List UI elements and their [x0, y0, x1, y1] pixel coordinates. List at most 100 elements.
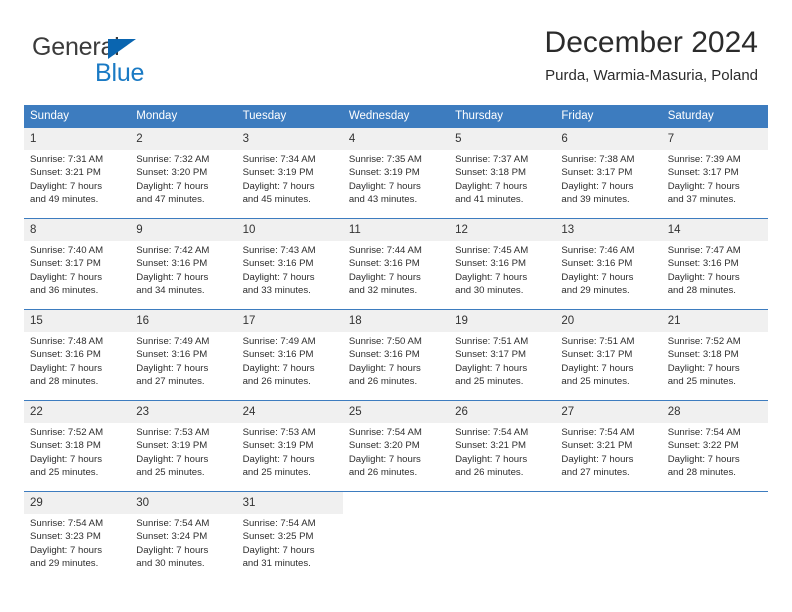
day-cell[interactable]: 27 Sunrise: 7:54 AM Sunset: 3:21 PM Dayligh…: [555, 400, 662, 492]
sunset-text: Sunset: 3:19 PM: [242, 440, 314, 452]
daylight-text-line2: and 25 minutes.: [561, 376, 630, 388]
sunrise-text: Sunrise: 7:43 AM: [242, 245, 316, 256]
day-cell-empty: [449, 491, 556, 582]
day-number: 23: [130, 401, 237, 423]
daylight-text-line1: Daylight: 7 hours: [348, 180, 421, 192]
calendar-table: Sunday Monday Tuesday Wednesday Thursday…: [24, 105, 768, 582]
sunrise-text: Sunrise: 7:51 AM: [561, 336, 635, 347]
day-cell[interactable]: 6 Sunrise: 7:38 AM Sunset: 3:17 PM Daylight…: [555, 127, 662, 219]
day-info: Sunrise: 7:35 AM Sunset: 3:19 PM Daylight:…: [343, 150, 449, 207]
day-cell[interactable]: 15 Sunrise: 7:48 AM Sunset: 3:16 PM Dayligh…: [24, 309, 131, 401]
daylight-text-line2: and 37 minutes.: [667, 194, 736, 206]
daylight-text-line2: and 26 minutes.: [348, 376, 418, 388]
day-info: Sunrise: 7:42 AM Sunset: 3:16 PM Daylight:…: [130, 241, 236, 298]
sunset-text: Sunset: 3:16 PM: [242, 349, 314, 361]
day-number: 14: [661, 219, 768, 241]
day-cell-content: 23 Sunrise: 7:53 AM Sunset: 3:19 PM Dayligh…: [130, 401, 237, 491]
daylight-text-line1: Daylight: 7 hours: [242, 180, 315, 192]
day-info: Sunrise: 7:51 AM Sunset: 3:17 PM Daylight:…: [555, 332, 661, 389]
day-cell[interactable]: 13 Sunrise: 7:46 AM Sunset: 3:16 PM Dayligh…: [555, 218, 662, 310]
day-info: Sunrise: 7:50 AM Sunset: 3:16 PM Daylight:…: [343, 332, 449, 389]
sunset-text: Sunset: 3:16 PM: [30, 349, 101, 361]
day-info: Sunrise: 7:54 AM Sunset: 3:22 PM Daylight:…: [662, 423, 768, 480]
day-cell[interactable]: 7 Sunrise: 7:39 AM Sunset: 3:17 PM Daylight…: [661, 127, 768, 219]
day-info: Sunrise: 7:52 AM Sunset: 3:18 PM Daylight:…: [662, 332, 768, 389]
day-cell[interactable]: 3 Sunrise: 7:34 AM Sunset: 3:19 PM Daylight…: [236, 127, 343, 219]
day-cell[interactable]: 21 Sunrise: 7:52 AM Sunset: 3:18 PM Dayligh…: [661, 309, 768, 401]
day-cell[interactable]: 14 Sunrise: 7:47 AM Sunset: 3:16 PM Dayligh…: [661, 218, 768, 310]
day-cell[interactable]: 16 Sunrise: 7:49 AM Sunset: 3:16 PM Dayligh…: [130, 309, 237, 401]
triangle-icon: [108, 39, 136, 59]
day-cell[interactable]: 24 Sunrise: 7:53 AM Sunset: 3:19 PM Dayligh…: [236, 400, 343, 492]
logo-text-blue: Blue: [95, 59, 145, 87]
sunset-text: Sunset: 3:18 PM: [455, 167, 527, 179]
daylight-text-line2: and 31 minutes.: [242, 558, 311, 570]
day-cell[interactable]: 2 Sunrise: 7:32 AM Sunset: 3:20 PM Daylight…: [130, 127, 237, 219]
weekday-header-wednesday: Wednesday: [342, 105, 450, 128]
day-cell[interactable]: 5 Sunrise: 7:37 AM Sunset: 3:18 PM Daylight…: [449, 127, 556, 219]
sunset-text: Sunset: 3:16 PM: [136, 349, 208, 361]
daylight-text-line1: Daylight: 7 hours: [667, 180, 740, 192]
sunset-text: Sunset: 3:21 PM: [561, 440, 633, 452]
daylight-text-line1: Daylight: 7 hours: [455, 453, 528, 465]
day-cell[interactable]: 26 Sunrise: 7:54 AM Sunset: 3:21 PM Dayligh…: [449, 400, 556, 492]
day-cell[interactable]: 22 Sunrise: 7:52 AM Sunset: 3:18 PM Dayligh…: [24, 400, 131, 492]
day-number: 4: [342, 128, 450, 150]
sunset-text: Sunset: 3:18 PM: [667, 349, 739, 361]
day-cell[interactable]: 12 Sunrise: 7:45 AM Sunset: 3:16 PM Dayligh…: [449, 218, 556, 310]
day-cell[interactable]: 10 Sunrise: 7:43 AM Sunset: 3:16 PM Dayligh…: [236, 218, 343, 310]
day-cell-content: 1 Sunrise: 7:31 AM Sunset: 3:21 PM Daylight…: [24, 128, 131, 218]
day-info: Sunrise: 7:54 AM Sunset: 3:25 PM Daylight:…: [237, 514, 343, 571]
day-cell[interactable]: 20 Sunrise: 7:51 AM Sunset: 3:17 PM Dayligh…: [555, 309, 662, 401]
sunset-text: Sunset: 3:20 PM: [348, 440, 420, 452]
daylight-text-line1: Daylight: 7 hours: [136, 453, 209, 465]
day-cell-content: 18 Sunrise: 7:50 AM Sunset: 3:16 PM Dayligh…: [342, 310, 450, 400]
general-blue-logo[interactable]: General Blue: [32, 32, 232, 92]
day-cell-content: 15 Sunrise: 7:48 AM Sunset: 3:16 PM Dayligh…: [24, 310, 131, 400]
daylight-text-line2: and 30 minutes.: [136, 558, 205, 570]
day-info: Sunrise: 7:39 AM Sunset: 3:17 PM Daylight:…: [662, 150, 768, 207]
daylight-text-line1: Daylight: 7 hours: [561, 453, 634, 465]
daylight-text-line2: and 43 minutes.: [348, 194, 418, 206]
day-number: 9: [130, 219, 237, 241]
day-cell[interactable]: 9 Sunrise: 7:42 AM Sunset: 3:16 PM Daylight…: [130, 218, 237, 310]
day-cell[interactable]: 17 Sunrise: 7:49 AM Sunset: 3:16 PM Dayligh…: [236, 309, 343, 401]
day-cell[interactable]: 23 Sunrise: 7:53 AM Sunset: 3:19 PM Dayligh…: [130, 400, 237, 492]
calendar-week-row: 22 Sunrise: 7:52 AM Sunset: 3:18 PM Dayligh…: [24, 400, 768, 492]
day-cell-content: 9 Sunrise: 7:42 AM Sunset: 3:16 PM Daylight…: [130, 219, 237, 309]
sunset-text: Sunset: 3:22 PM: [667, 440, 739, 452]
sunset-text: Sunset: 3:16 PM: [348, 349, 420, 361]
weekday-header-monday: Monday: [130, 105, 237, 128]
sunset-text: Sunset: 3:19 PM: [136, 440, 208, 452]
day-cell-content: [661, 492, 768, 582]
day-cell[interactable]: 18 Sunrise: 7:50 AM Sunset: 3:16 PM Dayligh…: [342, 309, 450, 401]
day-info: Sunrise: 7:48 AM Sunset: 3:16 PM Daylight:…: [24, 332, 130, 389]
daylight-text-line1: Daylight: 7 hours: [348, 362, 421, 374]
day-cell[interactable]: 8 Sunrise: 7:40 AM Sunset: 3:17 PM Daylight…: [24, 218, 131, 310]
daylight-text-line1: Daylight: 7 hours: [348, 271, 421, 283]
day-cell[interactable]: 1 Sunrise: 7:31 AM Sunset: 3:21 PM Daylight…: [24, 127, 131, 219]
day-cell-content: [555, 492, 662, 582]
daylight-text-line2: and 25 minutes.: [242, 467, 311, 479]
sunrise-text: Sunrise: 7:54 AM: [667, 427, 741, 438]
page-subtitle: Purda, Warmia-Masuria, Poland: [545, 67, 758, 84]
day-cell[interactable]: 29 Sunrise: 7:54 AM Sunset: 3:23 PM Dayligh…: [24, 491, 131, 582]
day-info: Sunrise: 7:54 AM Sunset: 3:20 PM Daylight:…: [343, 423, 449, 480]
day-cell[interactable]: 31 Sunrise: 7:54 AM Sunset: 3:25 PM Dayligh…: [236, 491, 343, 582]
page-header: General Blue December 2024 Purda, Warmia…: [24, 24, 768, 96]
day-cell[interactable]: 30 Sunrise: 7:54 AM Sunset: 3:24 PM Dayligh…: [130, 491, 237, 582]
sunrise-text: Sunrise: 7:53 AM: [242, 427, 316, 438]
day-info: Sunrise: 7:34 AM Sunset: 3:19 PM Daylight:…: [237, 150, 343, 207]
day-cell[interactable]: 4 Sunrise: 7:35 AM Sunset: 3:19 PM Daylight…: [342, 127, 450, 219]
day-number: 10: [236, 219, 343, 241]
day-number: 15: [24, 310, 131, 332]
calendar-page: General Blue December 2024 Purda, Warmia…: [0, 0, 792, 612]
day-cell-content: 12 Sunrise: 7:45 AM Sunset: 3:16 PM Dayligh…: [449, 219, 556, 309]
day-number: 26: [449, 401, 556, 423]
day-cell[interactable]: 25 Sunrise: 7:54 AM Sunset: 3:20 PM Dayligh…: [342, 400, 450, 492]
weekday-header-thursday: Thursday: [449, 105, 556, 128]
day-cell[interactable]: 19 Sunrise: 7:51 AM Sunset: 3:17 PM Dayligh…: [449, 309, 556, 401]
sunset-text: Sunset: 3:16 PM: [455, 258, 527, 270]
day-cell[interactable]: 11 Sunrise: 7:44 AM Sunset: 3:16 PM Dayligh…: [342, 218, 450, 310]
day-cell[interactable]: 28 Sunrise: 7:54 AM Sunset: 3:22 PM Dayligh…: [661, 400, 768, 492]
